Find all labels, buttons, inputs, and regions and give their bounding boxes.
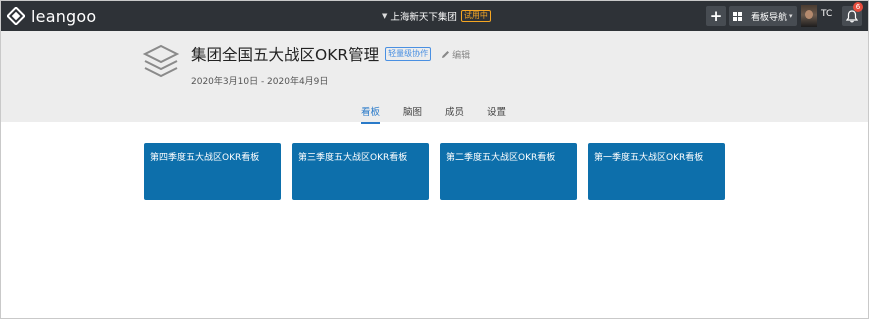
top-bar: leangoo ▼ 上海新天下集团 试用中 + 看板导航 ▾ TC 6: [1, 1, 868, 31]
stack-layers-icon: [142, 44, 180, 78]
trial-badge: 试用中: [460, 10, 491, 22]
logo-text: leangoo: [31, 6, 97, 26]
avatar[interactable]: [801, 5, 817, 27]
page-title: 集团全国五大战区OKR管理: [191, 46, 380, 64]
edit-label: 编辑: [452, 50, 471, 61]
project-tabs: 看板 脑图 成员 设置: [361, 104, 529, 124]
board-nav-label: 看板导航: [751, 12, 788, 23]
board-nav-button[interactable]: 看板导航 ▾: [729, 6, 797, 26]
tab-members[interactable]: 成员: [445, 104, 464, 124]
board-card[interactable]: 第一季度五大战区OKR看板: [588, 143, 725, 200]
project-type-badge: 轻量级协作: [385, 47, 432, 61]
logo[interactable]: leangoo: [7, 6, 96, 26]
org-name: 上海新天下集团: [390, 12, 457, 23]
add-button[interactable]: +: [706, 6, 726, 26]
app-window: leangoo ▼ 上海新天下集团 试用中 + 看板导航 ▾ TC 6 集团全国…: [0, 0, 869, 319]
notification-badge: 6: [853, 2, 863, 12]
page-title-row: 集团全国五大战区OKR管理 轻量级协作 编辑: [191, 43, 470, 65]
caret-down-icon: ▼: [382, 12, 388, 20]
board-card[interactable]: 第四季度五大战区OKR看板: [144, 143, 281, 200]
leangoo-logo-icon: [7, 7, 25, 25]
pencil-icon: [442, 50, 450, 58]
tab-mindmap[interactable]: 脑图: [403, 104, 422, 124]
date-range: 2020年3月10日 - 2020年4月9日: [191, 77, 329, 87]
org-switcher[interactable]: ▼ 上海新天下集团 试用中: [382, 8, 491, 24]
grid-icon: [733, 11, 742, 21]
project-header: 集团全国五大战区OKR管理 轻量级协作 编辑 2020年3月10日 - 2020…: [1, 31, 868, 124]
edit-button[interactable]: 编辑: [441, 48, 470, 61]
tab-board[interactable]: 看板: [361, 104, 381, 124]
user-initials[interactable]: TC: [821, 9, 832, 19]
caret-down-icon: ▾: [789, 12, 793, 20]
board-card[interactable]: 第二季度五大战区OKR看板: [440, 143, 577, 200]
tab-settings[interactable]: 设置: [487, 104, 506, 124]
board-list: 第四季度五大战区OKR看板 第三季度五大战区OKR看板 第二季度五大战区OKR看…: [144, 143, 736, 200]
board-card[interactable]: 第三季度五大战区OKR看板: [292, 143, 429, 200]
